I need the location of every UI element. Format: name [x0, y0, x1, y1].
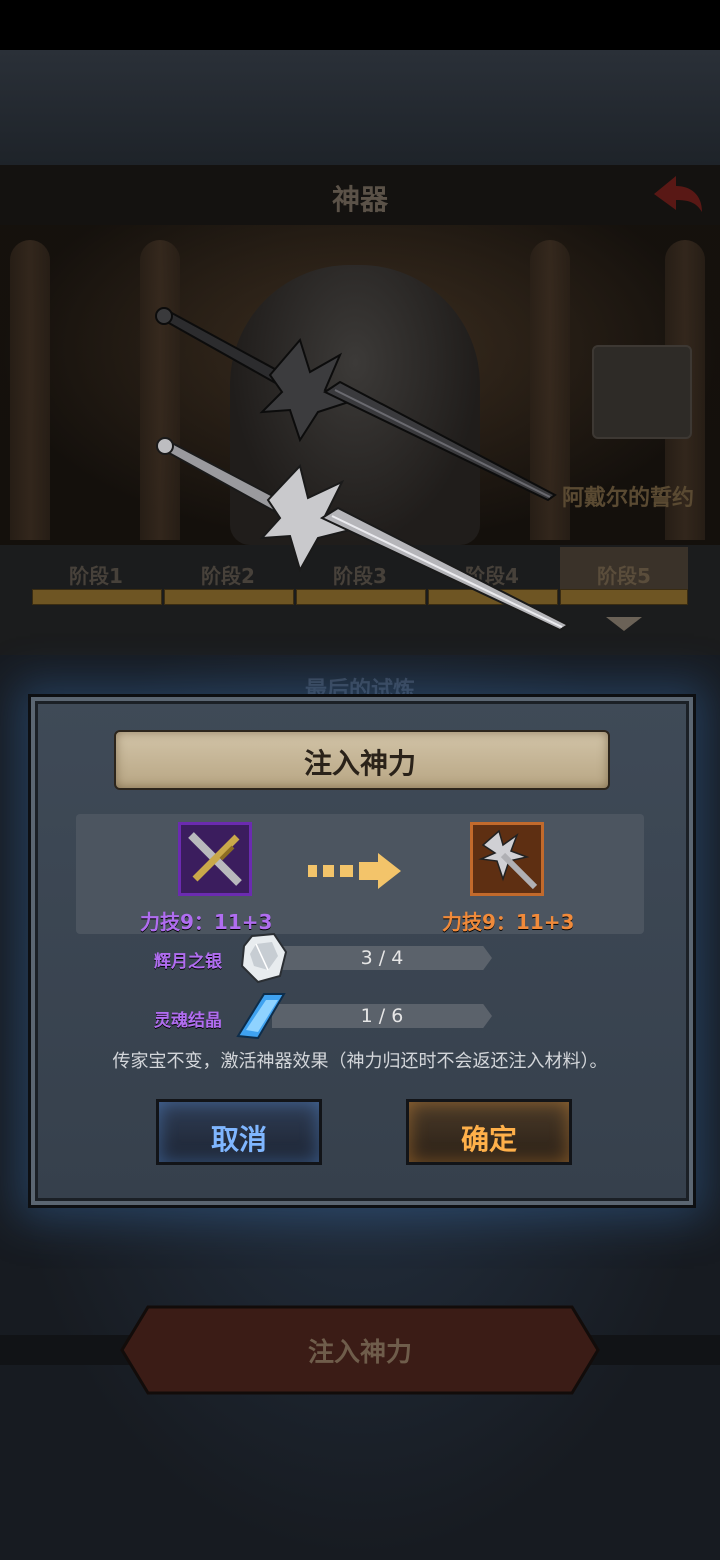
artifact-sword-icon — [478, 829, 538, 890]
artifact-name: 阿戴尔的誓约 — [561, 486, 694, 511]
material-count: 1 / 6 — [360, 1005, 404, 1027]
stage-progress-segment — [32, 589, 162, 605]
background-top — [0, 50, 720, 165]
stage-pointer-icon — [606, 617, 642, 631]
soul-crystal-icon[interactable] — [234, 990, 288, 1042]
page-title: 神器 — [331, 183, 388, 216]
material-count: 3 / 4 — [360, 947, 404, 969]
silver-greatsword-icon — [156, 437, 571, 632]
result-stat: 力技9：11+3 — [442, 910, 575, 934]
confirm-button[interactable]: 确定 — [406, 1099, 572, 1165]
status-bar — [0, 0, 720, 50]
back-arrow-icon[interactable] — [650, 172, 706, 216]
confirm-button-label: 确定 — [460, 1123, 517, 1156]
stage-tab-1[interactable]: 阶段1 — [32, 560, 160, 589]
pillar — [10, 240, 50, 540]
inject-power-button-label: 注入神力 — [307, 1338, 412, 1368]
heirloom-item-slot[interactable] — [178, 822, 252, 896]
artifact-item-slot[interactable] — [470, 822, 544, 896]
dialog-note: 传家宝不变，激活神器效果（神力归还时不会返还注入材料）。 — [112, 1051, 608, 1072]
silver-ore-icon[interactable] — [238, 932, 288, 984]
treasure-chest-icon[interactable] — [592, 345, 692, 439]
material-name: 灵魂结晶 — [154, 1011, 222, 1031]
cancel-button[interactable]: 取消 — [156, 1099, 322, 1165]
dialog-title: 注入神力 — [303, 747, 416, 780]
arrow-right-icon — [308, 853, 401, 889]
current-stat: 力技9：11+3 — [140, 910, 273, 934]
material-name: 辉月之银 — [154, 952, 222, 972]
cancel-button-label: 取消 — [210, 1123, 267, 1156]
crossed-swords-icon — [188, 832, 242, 886]
